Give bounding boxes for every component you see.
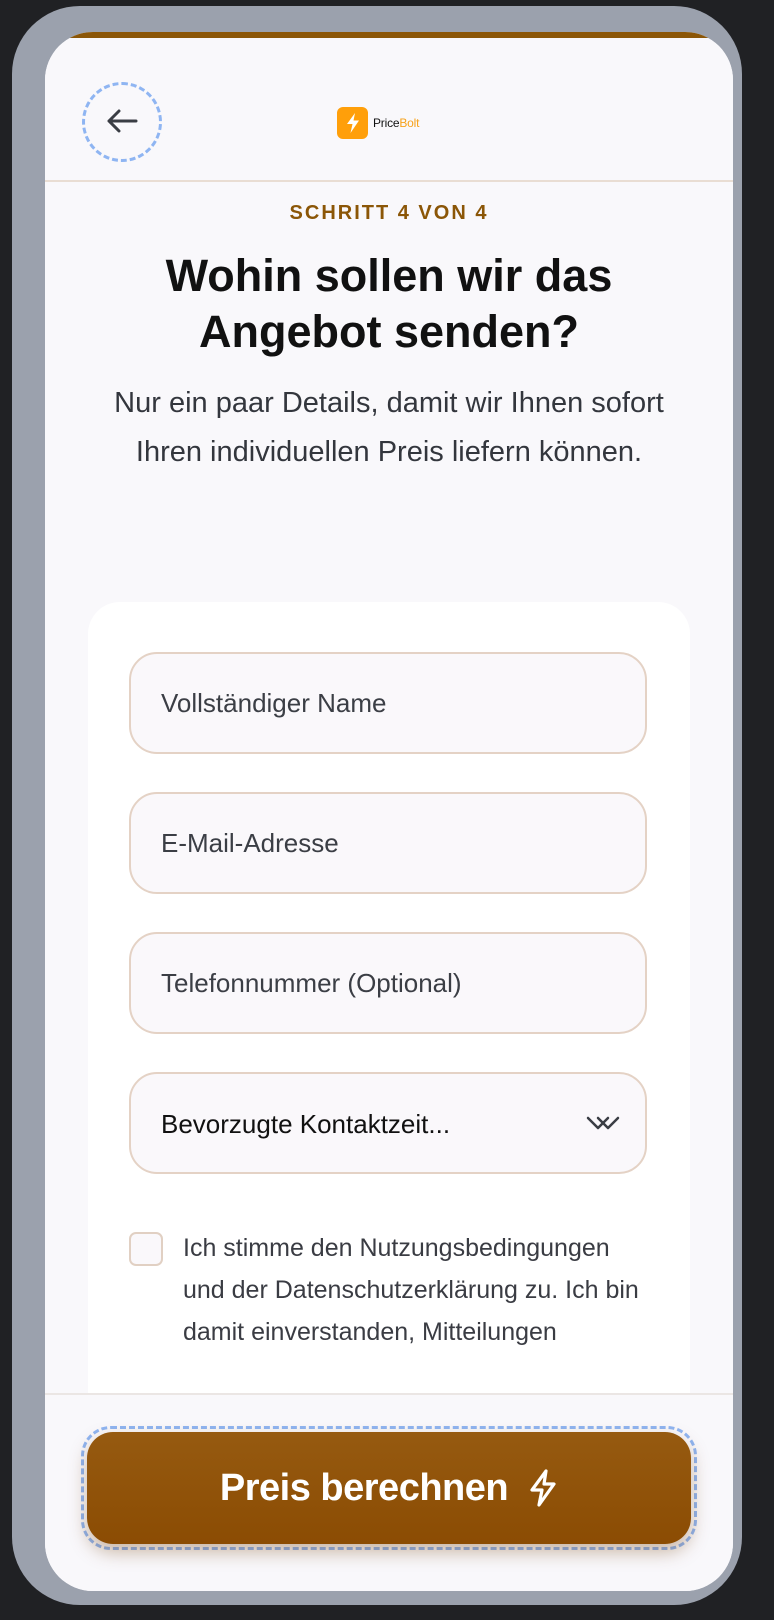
arrow-left-icon xyxy=(105,107,139,138)
terms-consent: Ich stimme den Nutzungsbedingungen und d… xyxy=(129,1227,649,1353)
app-screen: PriceBolt SCHRITT 4 VON 4 Wohin sollen w… xyxy=(45,32,733,1591)
step-indicator: SCHRITT 4 VON 4 xyxy=(289,202,489,224)
email-input[interactable] xyxy=(131,794,645,892)
brand-name: PriceBolt xyxy=(373,116,419,130)
full-name-input[interactable] xyxy=(131,654,645,752)
calculate-price-button[interactable]: Preis berechnen xyxy=(87,1432,691,1544)
email-field[interactable] xyxy=(129,792,647,894)
bottom-action-bar: Preis berechnen xyxy=(45,1393,733,1591)
contact-time-value: Bevorzugte Kontaktzeit... xyxy=(161,1109,451,1139)
page-subtitle: Nur ein paar Details, damit wir Ihnen so… xyxy=(114,387,664,468)
brand-suffix: Bolt xyxy=(399,116,420,130)
brand-logo: PriceBolt xyxy=(337,107,419,139)
device-frame: PriceBolt SCHRITT 4 VON 4 Wohin sollen w… xyxy=(12,6,742,1605)
terms-consent-text: Ich stimme den Nutzungsbedingungen und d… xyxy=(183,1234,639,1346)
back-button[interactable] xyxy=(82,82,162,162)
phone-field[interactable] xyxy=(129,932,647,1034)
phone-input[interactable] xyxy=(131,934,645,1032)
chevron-down-icon xyxy=(586,1112,620,1141)
lightning-bolt-icon xyxy=(337,107,368,139)
calculate-price-label: Preis berechnen xyxy=(219,1466,509,1509)
contact-time-select[interactable]: Bevorzugte Kontaktzeit... xyxy=(129,1072,647,1174)
brand-prefix: Price xyxy=(373,116,400,130)
app-header: PriceBolt xyxy=(45,38,733,182)
full-name-field[interactable] xyxy=(129,652,647,754)
terms-checkbox[interactable] xyxy=(129,1232,163,1266)
lightning-bolt-icon xyxy=(528,1469,558,1507)
page-title: Wohin sollen wir das Angebot senden? xyxy=(165,250,613,357)
